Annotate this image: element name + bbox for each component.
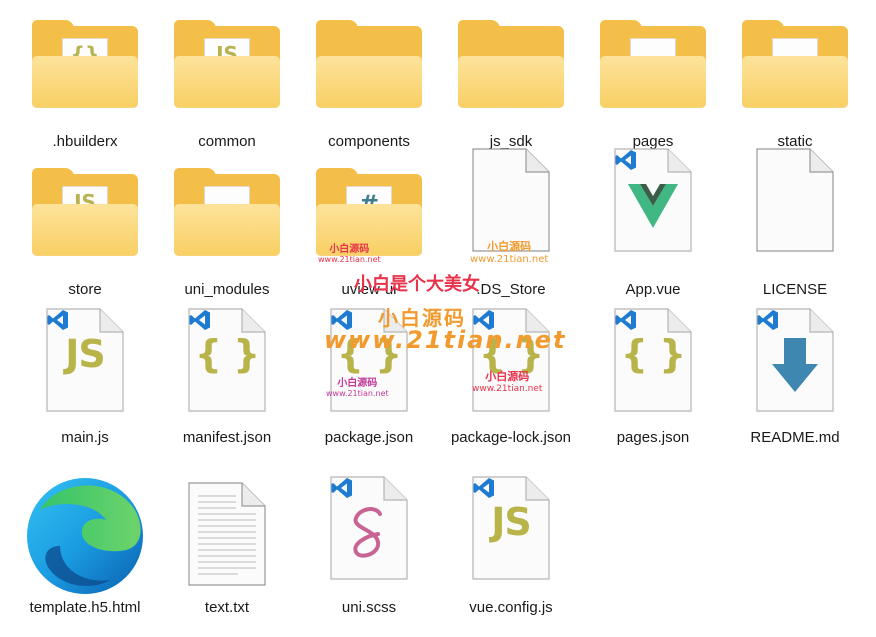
item-label: template.h5.html (29, 599, 141, 616)
file-text-txt[interactable]: text.txt (156, 476, 298, 618)
json-file-icon: { } (330, 308, 408, 412)
folder-components[interactable]: components (298, 0, 440, 152)
item-label: .DS_Store (476, 281, 546, 298)
sass-file-icon (330, 476, 408, 580)
item-label: main.js (61, 429, 109, 446)
folder-icon (600, 20, 706, 110)
file-license[interactable]: LICENSE (724, 148, 866, 300)
item-label: package-lock.json (450, 429, 572, 446)
vscode-badge-icon (473, 478, 494, 498)
folder-icon: {} (32, 20, 138, 110)
file-manifest-json[interactable]: { } manifest.json (156, 308, 298, 448)
text-file-icon (188, 482, 266, 586)
item-label: store (68, 281, 102, 298)
item-label: package.json (324, 429, 414, 446)
file-uni-scss[interactable]: uni.scss (298, 476, 440, 618)
item-label: LICENSE (762, 281, 828, 298)
folder-icon: # (316, 168, 422, 258)
folder-icon: JS (174, 20, 280, 110)
json-file-icon: { } (188, 308, 266, 412)
vscode-badge-icon (757, 310, 778, 330)
blank-file-icon (472, 148, 550, 252)
folder-icon (742, 20, 848, 110)
folder-store[interactable]: JS store (14, 148, 156, 300)
folder-common[interactable]: JS common (156, 0, 298, 152)
item-label: text.txt (204, 599, 250, 616)
blank-file-icon (756, 148, 834, 252)
folder-uview-ui[interactable]: # uview-ui (298, 148, 440, 300)
item-label: vue.config.js (469, 599, 553, 616)
markdown-file-icon (756, 308, 834, 412)
item-label: uview-ui (341, 281, 397, 298)
folder-icon (316, 20, 422, 110)
folder-js-sdk[interactable]: js_sdk (440, 0, 582, 152)
vscode-badge-icon (189, 310, 210, 330)
file-pages-json[interactable]: { } pages.json (582, 308, 724, 448)
vscode-badge-icon (615, 150, 636, 170)
vue-file-icon (614, 148, 692, 252)
item-label: pages.json (616, 429, 690, 446)
folder-pages[interactable]: pages (582, 0, 724, 152)
json-file-icon: { } (472, 308, 550, 412)
file-ds-store[interactable]: .DS_Store (440, 148, 582, 300)
file-app-vue[interactable]: App.vue (582, 148, 724, 300)
file-main-js[interactable]: JS main.js (14, 308, 156, 448)
vscode-badge-icon (47, 310, 68, 330)
folder-icon: JS (32, 168, 138, 258)
folder-static[interactable]: static (724, 0, 866, 152)
vscode-badge-icon (331, 478, 352, 498)
json-file-icon: { } (614, 308, 692, 412)
folder-icon (174, 168, 280, 258)
folder-uni-modules[interactable]: uni_modules (156, 148, 298, 300)
vscode-badge-icon (331, 310, 352, 330)
file-template-h5-html[interactable]: template.h5.html (14, 476, 156, 618)
item-label: manifest.json (182, 429, 272, 446)
vscode-badge-icon (473, 310, 494, 330)
edge-html-icon (24, 476, 146, 596)
file-readme-md[interactable]: README.md (724, 308, 866, 448)
folder-icon (458, 20, 564, 110)
vscode-badge-icon (615, 310, 636, 330)
file-package-lock-json[interactable]: { } package-lock.json (440, 308, 582, 448)
item-label: App.vue (625, 281, 681, 298)
item-label: uni_modules (184, 281, 270, 298)
file-vue-config-js[interactable]: JS vue.config.js (440, 476, 582, 618)
item-label: uni.scss (341, 599, 397, 616)
file-package-json[interactable]: { } package.json (298, 308, 440, 448)
item-label: README.md (750, 429, 840, 446)
js-file-icon: JS (46, 308, 124, 412)
js-file-icon: JS (472, 476, 550, 580)
folder-hbuilderx[interactable]: {} .hbuilderx (14, 0, 156, 152)
